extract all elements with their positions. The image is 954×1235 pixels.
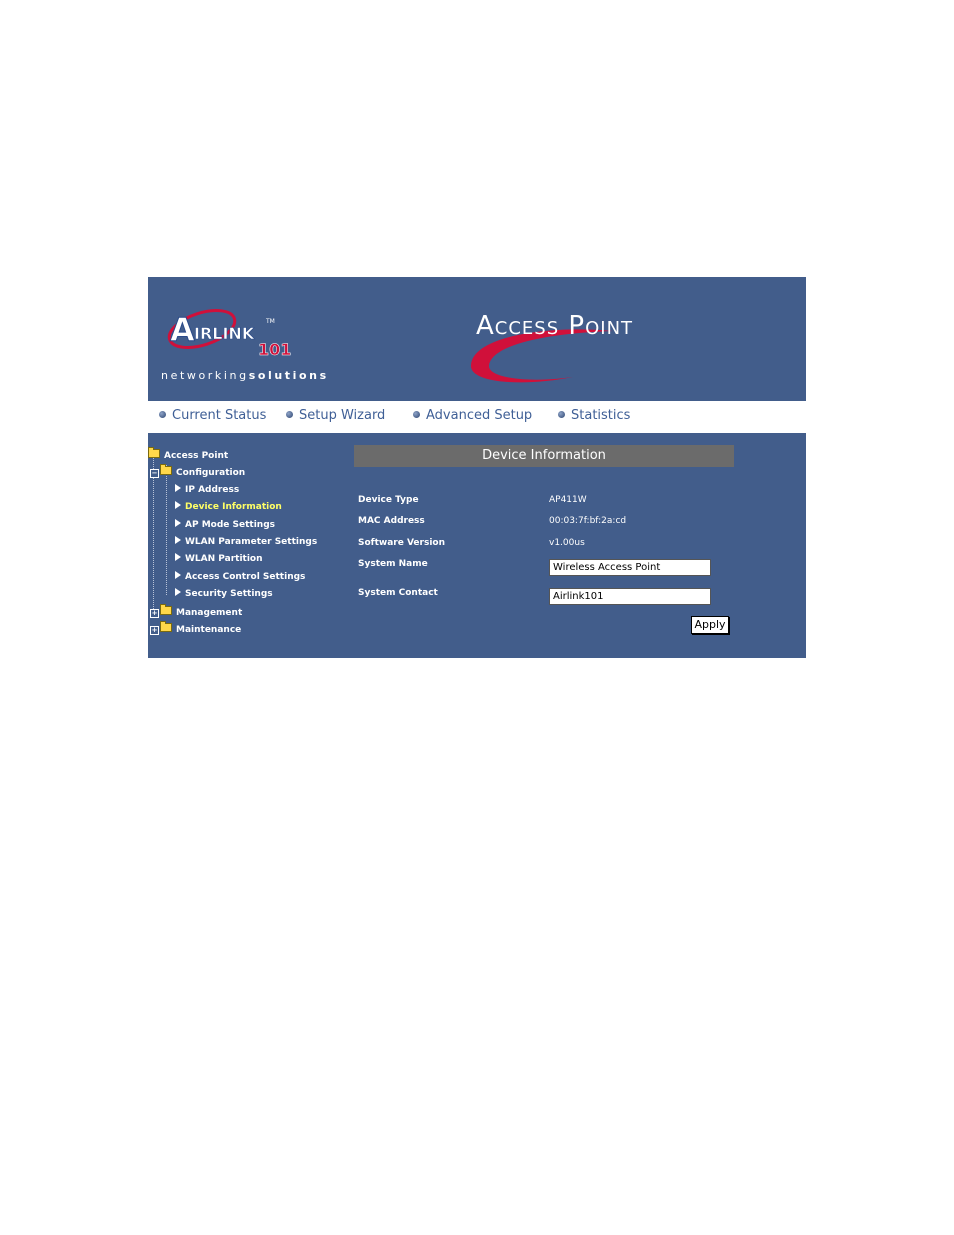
nav-label: Current Status bbox=[172, 408, 267, 423]
nav-bullet-icon bbox=[413, 411, 420, 418]
folder-icon bbox=[160, 621, 172, 632]
svg-text:A: A bbox=[170, 311, 195, 349]
svg-text:IRLINK: IRLINK bbox=[194, 324, 255, 343]
mac-address-value: 00:03:7f:bf:2a:cd bbox=[549, 516, 627, 526]
svg-text:101: 101 bbox=[258, 340, 291, 359]
top-navigation: Current Status Setup Wizard Advanced Set… bbox=[148, 401, 806, 433]
tree-guide-line bbox=[166, 465, 167, 595]
main-panel: Access Point − Configuration IP Address D… bbox=[148, 433, 806, 658]
system-contact-label: System Contact bbox=[358, 588, 438, 598]
arrow-icon bbox=[175, 501, 181, 509]
collapse-icon[interactable]: − bbox=[150, 469, 159, 478]
arrow-icon bbox=[175, 588, 181, 596]
arrow-icon bbox=[175, 553, 181, 561]
tree-root-access-point[interactable]: Access Point bbox=[148, 447, 228, 461]
sidebar-tree: Access Point − Configuration IP Address D… bbox=[148, 433, 348, 658]
device-type-label: Device Type bbox=[358, 495, 419, 505]
expand-icon[interactable]: + bbox=[150, 609, 159, 618]
system-name-input[interactable] bbox=[549, 559, 711, 576]
airlink-logo: A IRLINK TM 101 bbox=[167, 309, 292, 359]
arrow-icon bbox=[175, 484, 181, 492]
nav-label: Statistics bbox=[571, 408, 631, 423]
folder-icon bbox=[160, 604, 172, 615]
system-contact-input[interactable] bbox=[549, 588, 711, 605]
logo-tagline: networkingsolutions bbox=[161, 369, 329, 382]
tree-item-security-settings[interactable]: Security Settings bbox=[175, 588, 273, 599]
arrow-icon bbox=[175, 536, 181, 544]
nav-advanced-setup[interactable]: Advanced Setup bbox=[413, 408, 532, 423]
tree-configuration[interactable]: − Configuration bbox=[150, 464, 245, 478]
folder-icon bbox=[160, 464, 172, 475]
nav-label: Advanced Setup bbox=[426, 408, 533, 423]
header-banner: A IRLINK TM 101 networkingsolutions Acce… bbox=[148, 277, 806, 401]
tree-item-wlan-parameter-settings[interactable]: WLAN Parameter Settings bbox=[175, 536, 317, 547]
nav-bullet-icon bbox=[558, 411, 565, 418]
system-name-label: System Name bbox=[358, 559, 428, 569]
arrow-icon bbox=[175, 519, 181, 527]
tree-item-ip-address[interactable]: IP Address bbox=[175, 484, 239, 495]
nav-statistics[interactable]: Statistics bbox=[558, 408, 630, 423]
nav-label: Setup Wizard bbox=[299, 408, 386, 423]
tree-item-ap-mode-settings[interactable]: AP Mode Settings bbox=[175, 519, 275, 530]
apply-button[interactable]: Apply bbox=[691, 616, 729, 634]
section-title-bar: Device Information bbox=[354, 445, 734, 467]
folder-icon bbox=[148, 447, 160, 458]
svg-text:TM: TM bbox=[265, 318, 275, 325]
software-version-label: Software Version bbox=[358, 538, 445, 548]
software-version-value: v1.00us bbox=[549, 538, 585, 548]
expand-icon[interactable]: + bbox=[150, 626, 159, 635]
arrow-icon bbox=[175, 571, 181, 579]
tree-management[interactable]: + Management bbox=[150, 604, 242, 618]
tree-maintenance[interactable]: + Maintenance bbox=[150, 621, 241, 635]
nav-bullet-icon bbox=[159, 411, 166, 418]
tree-item-wlan-partition[interactable]: WLAN Partition bbox=[175, 553, 263, 564]
tree-item-access-control-settings[interactable]: Access Control Settings bbox=[175, 571, 305, 582]
nav-setup-wizard[interactable]: Setup Wizard bbox=[286, 408, 385, 423]
product-title: Access Point bbox=[476, 311, 634, 341]
nav-current-status[interactable]: Current Status bbox=[159, 408, 266, 423]
mac-address-label: MAC Address bbox=[358, 516, 425, 526]
device-type-value: AP411W bbox=[549, 495, 587, 505]
ap-admin-frame: A IRLINK TM 101 networkingsolutions Acce… bbox=[148, 277, 806, 658]
tree-item-device-information[interactable]: Device Information bbox=[175, 501, 282, 512]
nav-bullet-icon bbox=[286, 411, 293, 418]
